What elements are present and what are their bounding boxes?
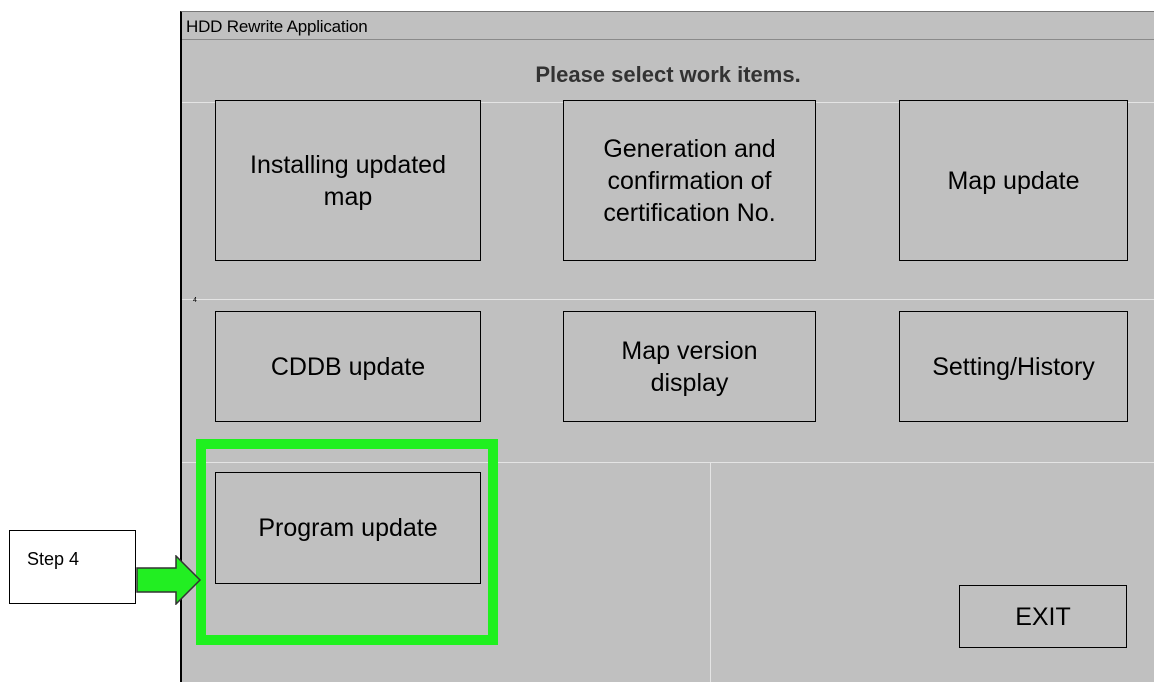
step-highlight-frame	[196, 439, 498, 645]
setting-history-button[interactable]: Setting/History	[899, 311, 1128, 422]
arrow-right-icon	[136, 555, 202, 605]
step-callout-text: Step 4	[27, 549, 80, 569]
step-callout-box: Step 4	[9, 530, 136, 604]
cddb-update-button[interactable]: CDDB update	[215, 311, 481, 422]
map-version-display-label: Map version display	[621, 336, 758, 397]
map-version-display-button[interactable]: Map version display	[563, 311, 816, 422]
cddb-update-label: CDDB update	[270, 352, 426, 381]
installing-updated-map-label: Installing updated map	[250, 150, 446, 211]
map-update-button[interactable]: Map update	[899, 100, 1128, 261]
installing-updated-map-button[interactable]: Installing updated map	[215, 100, 481, 261]
generation-certification-button[interactable]: Generation and confirmation of certifica…	[563, 100, 816, 261]
generation-certification-label: Generation and confirmation of certifica…	[603, 134, 776, 227]
exit-label: EXIT	[1015, 602, 1071, 631]
screenshot-stage: HDD Rewrite Application Please select wo…	[0, 0, 1154, 682]
instruction-prompt: Please select work items.	[535, 62, 801, 87]
window-title: HDD Rewrite Application	[186, 17, 368, 36]
setting-history-label: Setting/History	[932, 352, 1095, 381]
grid-line	[710, 462, 711, 682]
title-bar: HDD Rewrite Application	[182, 12, 1154, 40]
tiny-mark: 4	[193, 297, 197, 304]
exit-button[interactable]: EXIT	[959, 585, 1127, 648]
map-update-label: Map update	[947, 166, 1080, 195]
grid-line	[182, 299, 1154, 300]
